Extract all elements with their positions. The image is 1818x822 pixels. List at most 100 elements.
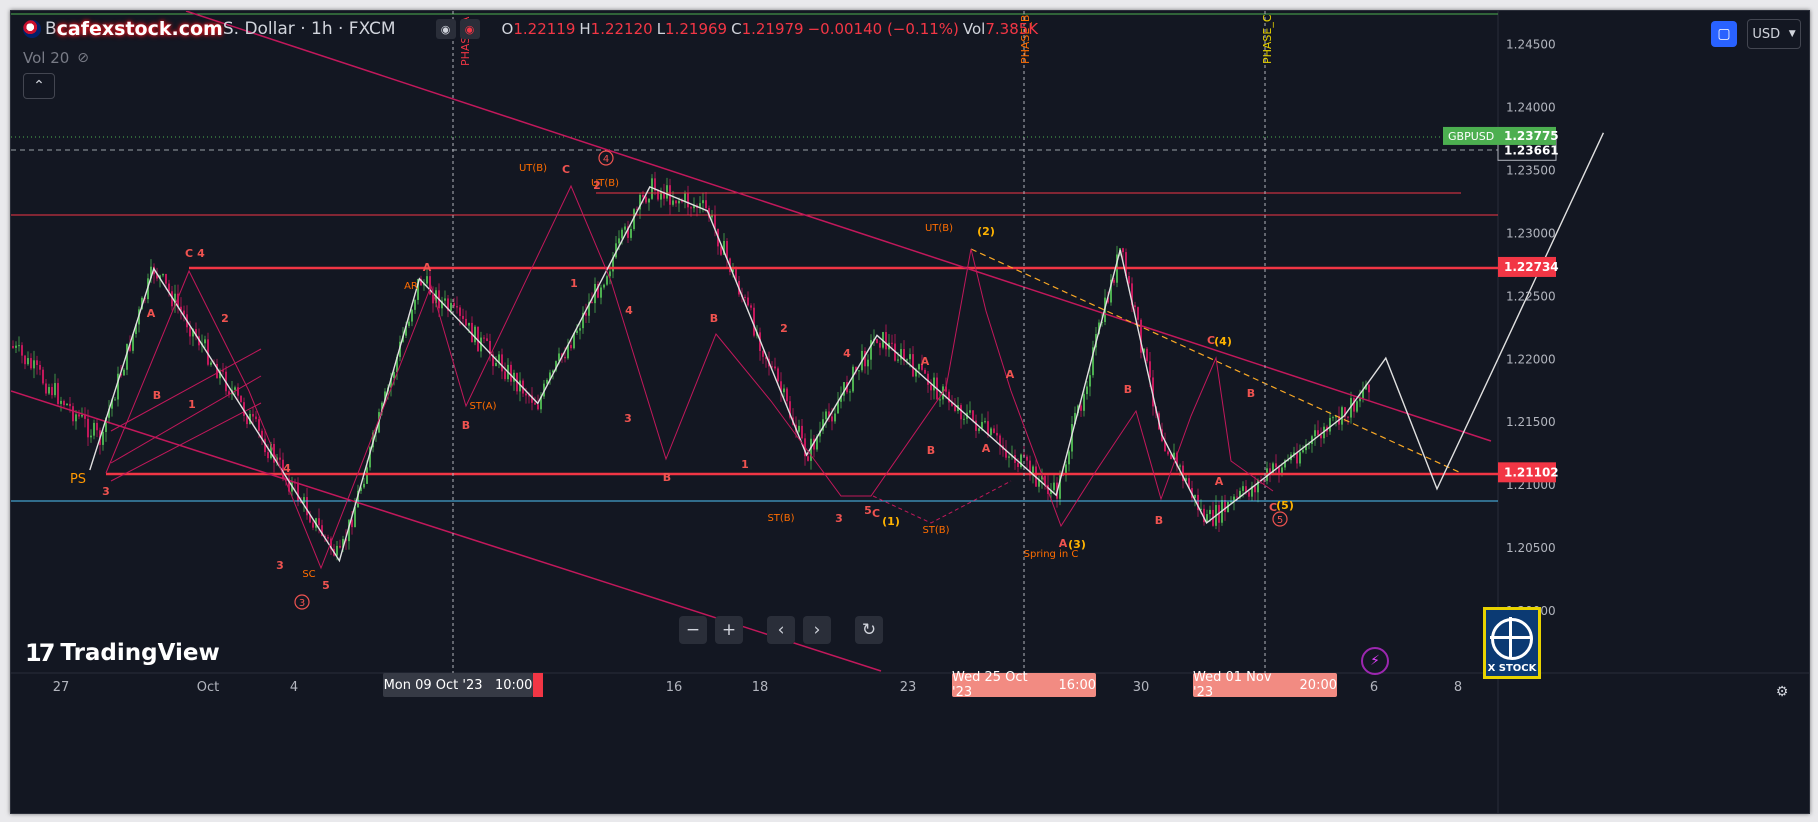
ohlc-key: C bbox=[731, 20, 742, 38]
candle bbox=[507, 358, 509, 383]
candle bbox=[306, 487, 308, 520]
candle bbox=[174, 284, 176, 313]
candle bbox=[1008, 454, 1010, 468]
wave-label: 1 bbox=[570, 277, 578, 290]
current-price-badge: GBPUSD 1.23775 bbox=[1443, 126, 1559, 145]
candle bbox=[726, 238, 728, 268]
price-chart[interactable]: PHASE_A PHASE_B PHASE_C PSSCARST(A)UT(B)… bbox=[11, 11, 1809, 813]
wave-label: A bbox=[147, 307, 156, 320]
wave-label: B bbox=[927, 444, 935, 457]
currency-selector[interactable]: USD ▼ bbox=[1747, 19, 1801, 49]
candle bbox=[447, 295, 449, 318]
ohlc-item: O1.22119 bbox=[502, 20, 576, 38]
ohlc-key: H bbox=[579, 20, 591, 38]
candle bbox=[252, 406, 254, 426]
candle bbox=[786, 387, 788, 406]
candle bbox=[924, 367, 926, 374]
candle bbox=[900, 343, 902, 365]
chevron-right-icon: › bbox=[813, 620, 821, 640]
candle bbox=[180, 297, 182, 320]
chart-legend: B cafexstock.com S. Dollar · 1h · FXCM ◉… bbox=[23, 17, 1038, 41]
ohlc-value: 1.21969 bbox=[665, 20, 728, 38]
candle bbox=[339, 539, 341, 549]
phase-b-time-label: Wed 25 Oct '23 16:00 bbox=[952, 670, 1096, 700]
candle bbox=[1089, 367, 1091, 397]
wave-label: 1 bbox=[741, 458, 749, 471]
scroll-left-button[interactable]: ‹ bbox=[767, 616, 795, 644]
volume-indicator-label[interactable]: Vol 20 bbox=[23, 49, 69, 67]
candle bbox=[912, 346, 914, 378]
time-tick: 23 bbox=[900, 680, 917, 695]
tradingview-logo[interactable]: 17 TradingView bbox=[25, 639, 220, 667]
candle bbox=[1251, 481, 1253, 501]
candle bbox=[501, 348, 503, 380]
candle bbox=[936, 372, 938, 400]
candle bbox=[297, 477, 299, 507]
auto-scale-icon[interactable]: ⚙ bbox=[1773, 683, 1791, 701]
candle bbox=[963, 414, 965, 425]
candle bbox=[687, 185, 689, 215]
tradingview-wordmark: TradingView bbox=[60, 640, 220, 666]
chart-navigation: − + ‹ › ↻ bbox=[679, 616, 883, 644]
candle bbox=[126, 343, 128, 376]
layout-toggle-button[interactable]: ▢ bbox=[1711, 21, 1737, 47]
candle bbox=[474, 324, 476, 346]
candle bbox=[84, 407, 86, 428]
candle bbox=[45, 379, 47, 396]
lightning-icon[interactable]: ⚡ bbox=[1361, 647, 1389, 675]
candle bbox=[1215, 495, 1217, 530]
phase-c-label: PHASE_C bbox=[1261, 14, 1274, 64]
price-badge-label: 1.23661 bbox=[1504, 143, 1559, 157]
candle bbox=[12, 340, 14, 350]
price-tick: 1.23500 bbox=[1506, 164, 1556, 178]
candle bbox=[36, 355, 38, 375]
candle bbox=[957, 397, 959, 414]
price-axis-ticks: 1.24500 1.24000 1.23500 1.23000 1.22500 1.220… bbox=[1506, 38, 1556, 618]
candle bbox=[600, 284, 602, 305]
candle bbox=[747, 291, 749, 307]
candle bbox=[1086, 381, 1088, 400]
wave-degree-label: (1) bbox=[882, 515, 900, 528]
candle bbox=[114, 396, 116, 401]
candle bbox=[519, 372, 521, 402]
candle bbox=[486, 333, 488, 342]
price-tick: 1.22000 bbox=[1506, 352, 1556, 366]
candle bbox=[1353, 396, 1355, 418]
phase-b-time-date: Wed 25 Oct '23 bbox=[952, 670, 1028, 700]
volume-indicator-legend: Vol 20 ⊘ bbox=[23, 49, 89, 67]
zoom-out-button[interactable]: − bbox=[679, 616, 707, 644]
candle bbox=[63, 399, 65, 408]
wave-label: A bbox=[423, 261, 432, 274]
candle bbox=[849, 389, 851, 402]
candle bbox=[606, 274, 608, 286]
wave-label: B bbox=[462, 419, 470, 432]
hide-eye-icon[interactable]: ⊘ bbox=[77, 50, 89, 66]
price-tick: 1.24000 bbox=[1506, 101, 1556, 115]
legend-eye-icon[interactable]: ◉ bbox=[435, 19, 456, 39]
wave-label: 2 bbox=[593, 179, 601, 192]
symbol-title[interactable]: S. Dollar · 1h · FXCM bbox=[223, 19, 396, 39]
candle bbox=[237, 383, 239, 401]
candle bbox=[1314, 424, 1316, 446]
collapse-legend-button[interactable]: ⌃ bbox=[23, 73, 55, 99]
candle bbox=[24, 354, 26, 370]
wave-label: B bbox=[1247, 387, 1255, 400]
legend-settings-icon[interactable]: ◉ bbox=[459, 19, 480, 39]
candle bbox=[1020, 453, 1022, 469]
candle bbox=[699, 196, 701, 214]
candle bbox=[753, 303, 755, 338]
candle bbox=[1011, 445, 1013, 460]
plus-icon: + bbox=[721, 620, 737, 640]
candle bbox=[54, 373, 56, 398]
candle bbox=[1296, 443, 1298, 469]
candle bbox=[1248, 491, 1250, 501]
reset-chart-button[interactable]: ↻ bbox=[855, 616, 883, 644]
symbol-prefix[interactable]: B bbox=[45, 19, 57, 39]
zoom-in-button[interactable]: + bbox=[715, 616, 743, 644]
wave-label: 5 bbox=[322, 579, 330, 592]
candle bbox=[1218, 501, 1220, 533]
scroll-right-button[interactable]: › bbox=[803, 616, 831, 644]
chevron-left-icon: ‹ bbox=[777, 620, 785, 640]
candle bbox=[567, 338, 569, 360]
wave-label: A bbox=[1006, 368, 1015, 381]
